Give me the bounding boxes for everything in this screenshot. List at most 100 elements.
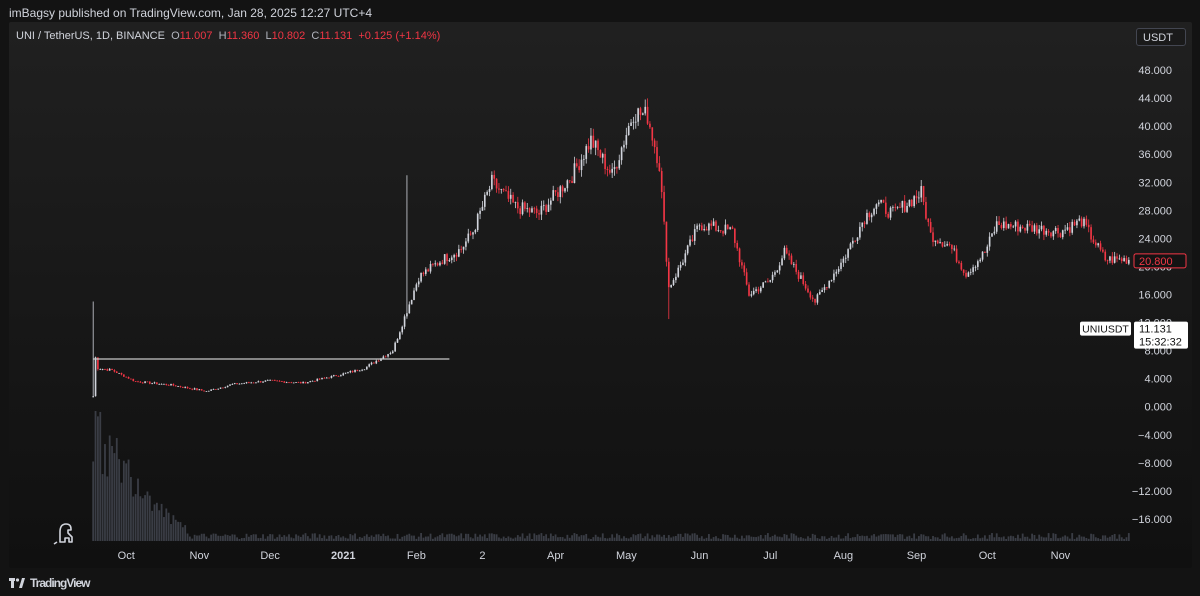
candle-body [802,275,805,284]
candle-body [910,199,913,207]
candle-body [649,123,651,128]
candle-body [493,174,496,179]
candle-body [307,382,309,384]
volume-bar [417,536,420,541]
volume-bar [884,534,887,541]
candle-body [389,353,392,355]
volume-bar [972,538,975,541]
volume-bar [509,537,512,541]
candle-body [667,261,670,288]
candle-body [413,290,415,301]
volume-bar [762,538,765,541]
candle-body [750,294,753,296]
candle-body [616,167,618,169]
volume-bar [1113,533,1116,541]
volume-bar [741,535,743,541]
candle-body [483,194,486,207]
volume-bar [1085,537,1088,541]
volume-bar [318,534,321,541]
volume-bar [139,496,142,541]
candle-body [991,233,993,237]
candle-body [203,390,205,392]
candle-body [974,266,977,268]
y-tick-label: −4.000 [1138,430,1172,442]
candle-body [146,381,149,383]
volume-bar [615,533,618,541]
volume-bar [342,536,345,541]
candle-body [1102,249,1104,252]
candle-body [554,190,557,193]
candle-body [1005,221,1007,229]
candle-body [717,230,720,231]
candle-body [1069,227,1071,233]
candle-body [764,281,767,283]
candle-body [632,121,635,123]
candle-body [795,263,798,272]
volume-bar [552,535,555,541]
volume-bar [1000,537,1003,541]
candle-body [1031,225,1033,232]
candle-body [528,208,531,213]
volume-bar [625,537,628,541]
volume-bar [802,538,805,541]
candle-body [653,140,656,148]
candle-body [731,227,734,229]
volume-bar [389,538,392,541]
volume-bar [259,537,262,541]
volume-bar [976,534,979,541]
volume-bar [377,534,380,541]
candle-body [292,382,295,384]
candle-body [533,208,536,210]
volume-bar [861,535,864,541]
candle-body [1010,224,1012,227]
volume-bar [703,538,706,541]
volume-bar [590,538,592,541]
volume-bar [210,534,213,541]
volume-bar [573,533,576,541]
candle-body [269,379,271,381]
candle-body [1127,259,1130,264]
volume-bars [92,411,1130,541]
volume-bar [689,535,691,541]
volume-bar [979,538,982,541]
candle-body [566,180,569,189]
volume-bar [415,538,418,541]
volume-bar [257,538,260,541]
x-tick-label: 2021 [331,550,355,562]
volume-bar [236,537,238,541]
candle-body [1057,228,1059,234]
candle-body [634,121,637,123]
volume-bar [1071,533,1074,541]
candle-body [818,292,821,295]
x-tick-label: Jun [691,550,709,562]
candle-body [366,366,368,370]
volume-bar [1104,535,1107,541]
volume-bar [177,521,180,541]
volume-bar [769,537,772,541]
volume-bar [262,534,264,541]
volume-bar [255,534,257,541]
candle-body [1076,220,1078,226]
volume-bar [1092,534,1095,541]
volume-bar [165,508,168,541]
footer-brand: TradingView [9,574,90,592]
volume-bar [332,538,335,541]
candle-body [700,225,703,231]
candle-body [722,231,724,234]
volume-bar [585,533,588,541]
candle-body [915,196,918,199]
volume-bar [571,535,573,541]
volume-bar [651,535,654,541]
volume-bar [207,538,210,541]
candle-body [842,258,845,263]
volume-bar [420,533,422,541]
candlesticks [92,98,1130,398]
price-chart: 48.00044.00040.00036.00032.00028.00024.0… [53,65,1188,562]
volume-bar [915,538,918,541]
candle-body [1078,218,1081,221]
candle-body [745,272,748,285]
volume-bar [1061,536,1064,541]
y-tick-label: −8.000 [1138,458,1172,470]
candle-body [264,380,267,382]
volume-bar [276,537,279,541]
